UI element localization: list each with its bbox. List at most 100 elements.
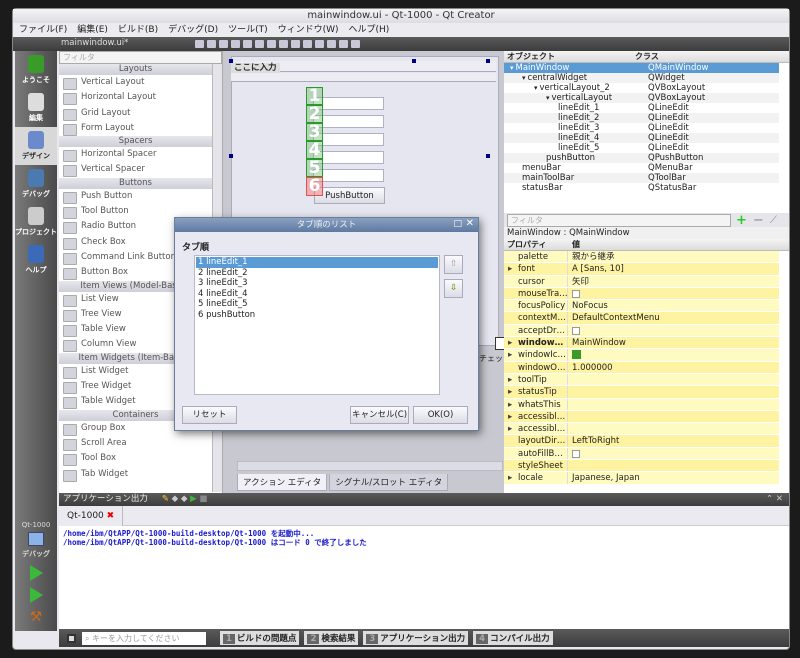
property-row[interactable]: toolTip <box>504 373 779 387</box>
property-row[interactable]: acceptDr… <box>504 324 779 338</box>
next-icon[interactable]: ◆ <box>181 494 188 504</box>
property-row[interactable]: contextM… DefaultContextMenu <box>504 312 779 325</box>
widget-category[interactable]: Spacers <box>59 136 212 148</box>
object-row[interactable]: pushButton QPushButton <box>504 153 779 163</box>
rerun-icon[interactable]: ▶ <box>190 494 197 504</box>
widget-item[interactable]: Push Button <box>59 189 212 205</box>
property-row[interactable]: cursor 矢印 <box>504 275 779 288</box>
move-up-button[interactable]: ⇧ <box>444 255 463 274</box>
widget-item[interactable]: Horizontal Spacer <box>59 147 212 163</box>
push-button[interactable]: PushButton <box>314 187 385 204</box>
tab-order-number[interactable]: 2 <box>306 105 323 123</box>
property-row[interactable]: locale Japanese, Japan <box>504 472 779 485</box>
toggle-sidebar-icon[interactable] <box>67 633 76 643</box>
run-icon[interactable] <box>29 565 43 581</box>
property-table[interactable]: palette 親から継承 font A [Sans, 10] cursor 矢印 mous… <box>504 251 779 487</box>
widget-item[interactable]: Vertical Spacer <box>59 162 212 178</box>
expand-arrow-icon[interactable]: ▾ <box>546 94 550 102</box>
tab-order-item[interactable]: 3 lineEdit_3 <box>196 278 438 289</box>
expand-arrow-icon[interactable]: ▾ <box>510 64 514 72</box>
tab-order-item[interactable]: 6 pushButton <box>196 310 438 321</box>
selection-handle[interactable] <box>486 154 490 158</box>
property-row[interactable]: accessibl… <box>504 423 779 436</box>
line-edit[interactable] <box>313 133 384 146</box>
stop-icon[interactable]: ■ <box>199 494 207 504</box>
object-row[interactable]: mainToolBar QToolBar <box>504 173 779 183</box>
locator-input[interactable]: キーを入力してください <box>92 634 180 643</box>
object-row[interactable]: menuBar QMenuBar <box>504 163 779 173</box>
property-value[interactable]: Japanese, Japan <box>572 473 640 483</box>
line-edit[interactable] <box>313 97 384 110</box>
object-row[interactable]: lineEdit_1 QLineEdit <box>504 103 779 113</box>
property-value[interactable]: 矢印 <box>572 277 589 287</box>
selection-handle[interactable] <box>229 59 233 63</box>
tab-order-number[interactable]: 3 <box>306 123 323 141</box>
property-row[interactable]: mouseTra… <box>504 287 779 301</box>
object-row[interactable]: statusBar QStatusBar <box>504 183 779 193</box>
form-tool-icons[interactable] <box>195 37 363 51</box>
widget-item[interactable]: Horizontal Layout <box>59 90 212 106</box>
tab-order-item[interactable]: 1 lineEdit_1 <box>196 257 438 268</box>
property-value[interactable]: LeftToRight <box>572 436 619 446</box>
property-value[interactable]: 1.000000 <box>572 363 613 373</box>
mode-3[interactable]: デバッグ <box>15 165 57 203</box>
property-row[interactable]: windowIc… <box>504 349 779 362</box>
remove-property-icon[interactable]: − <box>753 213 764 228</box>
property-row[interactable]: accessibl… <box>504 410 779 424</box>
output-pane-button[interactable]: 4 コンパイル出力 <box>473 631 553 645</box>
property-row[interactable]: palette 親から継承 <box>504 251 779 264</box>
tab-order-item[interactable]: 4 lineEdit_4 <box>196 289 438 300</box>
reset-button[interactable]: リセット <box>182 406 237 424</box>
object-row[interactable]: ▾ verticalLayout_2 QVBoxLayout <box>504 83 779 93</box>
move-down-button[interactable]: ⇩ <box>444 279 463 298</box>
object-row[interactable]: lineEdit_2 QLineEdit <box>504 113 779 123</box>
ok-button[interactable]: OK(O) <box>413 406 468 424</box>
property-value[interactable]: DefaultContextMenu <box>572 313 660 323</box>
property-row[interactable]: statusTip <box>504 386 779 399</box>
menu-item[interactable]: ビルド(B) <box>118 23 158 37</box>
menu-type-here[interactable]: ここに入力 <box>231 63 280 73</box>
object-tree[interactable]: ▾ MainWindow QMainWindow ▾ centralWidget QWid… <box>504 63 779 213</box>
selection-handle[interactable] <box>412 59 416 63</box>
action-editor-hscrollbar[interactable] <box>237 461 503 471</box>
widget-item[interactable]: Form Layout <box>59 121 212 137</box>
property-checkbox[interactable] <box>572 289 580 298</box>
widget-item[interactable]: Tab Widget <box>59 467 212 482</box>
tab-order-number[interactable]: 4 <box>306 141 323 159</box>
object-row[interactable]: lineEdit_3 QLineEdit <box>504 123 779 133</box>
cancel-button[interactable]: キャンセル(C) <box>350 406 409 424</box>
prev-icon[interactable]: ◆ <box>172 494 179 504</box>
add-property-icon[interactable]: + <box>736 213 747 228</box>
widget-filter-input[interactable]: フィルタ <box>59 51 222 64</box>
property-row[interactable]: windowO… 1.000000 <box>504 361 779 374</box>
file-combo[interactable]: mainwindow.ui* <box>61 38 128 48</box>
menu-item[interactable]: ファイル(F) <box>19 23 67 37</box>
line-edit[interactable] <box>313 169 384 182</box>
mode-1[interactable]: 編集 <box>15 89 57 127</box>
object-row[interactable]: ▾ centralWidget QWidget <box>504 73 779 83</box>
property-value[interactable]: A [Sans, 10] <box>572 264 624 274</box>
menu-item[interactable]: デバッグ(D) <box>168 23 218 37</box>
tab-order-item[interactable]: 2 lineEdit_2 <box>196 268 438 279</box>
property-row[interactable]: autoFillB… <box>504 447 779 461</box>
property-checkbox[interactable] <box>572 449 580 458</box>
property-row[interactable]: layoutDir… LeftToRight <box>504 435 779 448</box>
selection-handle[interactable] <box>229 154 233 158</box>
build-hammer-icon[interactable]: ⚒ <box>15 609 57 625</box>
line-edit[interactable] <box>313 151 384 164</box>
tab-order-number[interactable]: 6 <box>306 177 323 196</box>
property-row[interactable]: whatsThis <box>504 398 779 411</box>
maximize-icon[interactable]: □ <box>453 219 462 229</box>
close-pane-icon[interactable]: ⌃ ✕ <box>766 493 783 506</box>
tab-order-number[interactable]: 1 <box>306 87 323 105</box>
widget-item[interactable]: Scroll Area <box>59 436 212 452</box>
property-row[interactable]: focusPolicy NoFocus <box>504 300 779 313</box>
tab-order-number[interactable]: 5 <box>306 159 323 177</box>
editor-tab[interactable]: アクション エディタ <box>237 474 328 491</box>
property-row[interactable]: styleSheet <box>504 460 779 473</box>
widget-item[interactable]: Tool Box <box>59 451 212 467</box>
menu-item[interactable]: ヘルプ(H) <box>349 23 390 37</box>
mode-4[interactable]: プロジェクト <box>15 203 57 241</box>
editor-tab[interactable]: シグナル/スロット エディタ <box>329 474 449 491</box>
mode-5[interactable]: ヘルプ <box>15 241 57 279</box>
